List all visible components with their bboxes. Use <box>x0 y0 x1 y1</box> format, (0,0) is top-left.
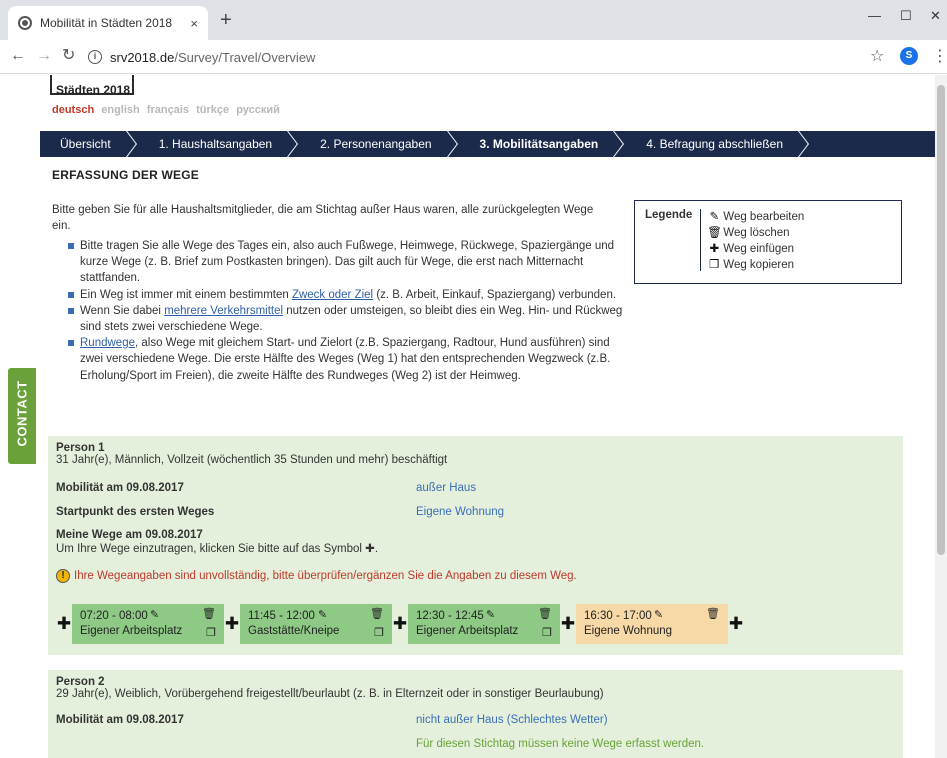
info-icon[interactable]: i <box>88 50 102 64</box>
trip-card[interactable]: 12:30 - 12:45 Eigener Arbeitsplatz ✎ 🗑 ❐ <box>408 604 560 644</box>
warning-icon: ! <box>56 569 70 583</box>
trip-card[interactable]: 11:45 - 12:00 Gaststätte/Kneipe ✎ 🗑 ❐ <box>240 604 392 644</box>
step-finish[interactable]: 4. Befragung abschließen <box>626 131 811 157</box>
insert-trip-icon[interactable]: ✚ <box>224 614 240 634</box>
mobility-value: außer Haus <box>416 482 477 494</box>
language-link-de[interactable]: deutsch <box>52 104 94 116</box>
instructions-list: Bitte tragen Sie alle Wege des Tages ein… <box>68 238 628 384</box>
section-title: ERFASSUNG DER WEGE <box>52 168 199 182</box>
intro-text: Bitte geben Sie für alle Haushaltsmitgli… <box>52 204 594 232</box>
language-link-tr[interactable]: türkçe <box>196 104 229 116</box>
menu-dots-icon[interactable]: ⋮ <box>932 46 947 66</box>
round-trips-link[interactable]: Rundwege <box>80 337 135 349</box>
insert-trip-icon[interactable]: ✚ <box>56 614 72 634</box>
delete-trip-icon[interactable]: 🗑 <box>370 607 384 622</box>
person-name: Person 2 <box>56 676 105 688</box>
edit-trip-icon[interactable]: ✎ <box>150 608 159 623</box>
trip-card[interactable]: 07:20 - 08:00 Eigener Arbeitsplatz ✎ 🗑 ❐ <box>72 604 224 644</box>
globe-icon <box>18 16 32 30</box>
edit-trip-icon[interactable]: ✎ <box>318 608 327 623</box>
mobility-label: Mobilität am 09.08.2017 <box>56 482 184 494</box>
page-scrollbar[interactable] <box>935 75 947 758</box>
tab-title: Mobilität in Städten 2018 <box>40 16 173 30</box>
trip-list: ✚ 07:20 - 08:00 Eigener Arbeitsplatz ✎ 🗑… <box>56 604 744 644</box>
delete-trip-icon[interactable]: 🗑 <box>706 607 720 622</box>
person-card-1: Person 1 31 Jahr(e), Männlich, Vollzeit … <box>48 436 903 655</box>
back-icon[interactable]: ← <box>10 48 26 64</box>
language-link-fr[interactable]: français <box>147 104 189 116</box>
tab-close-icon[interactable]: × <box>190 16 198 31</box>
page-content: Städten 2018 deutsch english français tü… <box>0 75 947 758</box>
person-description: 31 Jahr(e), Männlich, Vollzeit (wöchentl… <box>56 454 448 466</box>
no-trips-note: Für diesen Stichtag müssen keine Wege er… <box>416 738 705 750</box>
minimize-icon[interactable]: — <box>868 8 881 23</box>
address-bar: ← → ↻ i srv2018.de /Survey/Travel/Overvi… <box>0 40 947 74</box>
mobility-value: nicht außer Haus (Schlechtes Wetter) <box>416 714 608 726</box>
url-path: /Survey/Travel/Overview <box>174 49 316 65</box>
profile-avatar[interactable]: S <box>900 47 918 65</box>
copy-icon: ❐ <box>709 259 720 271</box>
insert-trip-icon[interactable]: ✚ <box>392 614 408 634</box>
close-window-icon[interactable]: ✕ <box>930 8 941 24</box>
person-card-2: Person 2 29 Jahr(e), Weiblich, Vorüberge… <box>48 670 903 758</box>
contact-tab[interactable]: CONTACT <box>8 368 36 464</box>
trash-icon: 🗑 <box>707 227 722 239</box>
scrollbar-thumb[interactable] <box>937 85 945 555</box>
purpose-link[interactable]: Zweck oder Ziel <box>292 289 373 301</box>
edit-trip-icon[interactable]: ✎ <box>486 608 495 623</box>
ways-label: Meine Wege am 09.08.2017 <box>56 529 203 541</box>
list-item: Wenn Sie dabei mehrere Verkehrsmittel nu… <box>68 303 628 335</box>
incomplete-warning: ! Ihre Wegeangaben sind unvollständig, b… <box>56 569 577 583</box>
url-input[interactable]: i srv2018.de /Survey/Travel/Overview <box>88 45 864 69</box>
forward-icon[interactable]: → <box>36 48 52 64</box>
copy-trip-icon[interactable]: ❐ <box>542 626 552 641</box>
plus-icon: ✚ <box>709 243 720 255</box>
step-household[interactable]: 1. Haushaltsangaben <box>139 131 300 157</box>
transport-modes-link[interactable]: mehrere Verkehrsmittel <box>164 305 283 317</box>
insert-trip-icon[interactable]: ✚ <box>728 614 744 634</box>
start-label: Startpunkt des ersten Weges <box>56 506 215 518</box>
browser-tab[interactable]: Mobilität in Städten 2018 × <box>8 6 208 40</box>
step-navigation: Übersicht 1. Haushaltsangaben 2. Persone… <box>40 131 944 157</box>
bookmark-star-icon[interactable]: ☆ <box>870 46 884 66</box>
mobility-label: Mobilität am 09.08.2017 <box>56 714 184 726</box>
delete-trip-icon[interactable]: 🗑 <box>202 607 216 622</box>
url-host: srv2018.de <box>110 49 175 65</box>
new-tab-icon[interactable]: + <box>220 10 232 30</box>
trip-card-incomplete[interactable]: 16:30 - 17:00 Eigene Wohnung ✎ 🗑 <box>576 604 728 644</box>
start-value: Eigene Wohnung <box>416 506 505 518</box>
copy-trip-icon[interactable]: ❐ <box>374 626 384 641</box>
person-name: Person 1 <box>56 442 105 454</box>
legend-label: Legende <box>645 209 702 271</box>
list-item: Ein Weg ist immer mit einem bestimmten Z… <box>68 287 628 303</box>
language-link-ru[interactable]: русский <box>236 104 280 116</box>
legend-box: Legende ✎ Weg bearbeiten 🗑Weg löschen ✚ We… <box>634 200 902 284</box>
plus-icon: ✚ <box>365 543 375 555</box>
step-persons[interactable]: 2. Personenangaben <box>300 131 459 157</box>
ways-hint: Um Ihre Wege einzutragen, klicken Sie bi… <box>56 543 379 555</box>
list-item: Rundwege, also Wege mit gleichem Start- … <box>68 335 628 384</box>
browser-tab-bar: Mobilität in Städten 2018 × + — ☐ ✕ <box>0 0 947 40</box>
maximize-icon[interactable]: ☐ <box>900 8 912 24</box>
insert-trip-icon[interactable]: ✚ <box>560 614 576 634</box>
logo-text: Städten 2018 <box>56 83 131 97</box>
step-overview[interactable]: Übersicht <box>40 131 139 157</box>
delete-trip-icon[interactable]: 🗑 <box>538 607 552 622</box>
reload-icon[interactable]: ↻ <box>62 48 75 64</box>
person-description: 29 Jahr(e), Weiblich, Vorübergehend frei… <box>56 688 604 700</box>
language-switcher: deutsch english français türkçe русский <box>52 104 284 116</box>
step-mobility[interactable]: 3. Mobilitätsangaben <box>460 131 627 157</box>
list-item: Bitte tragen Sie alle Wege des Tages ein… <box>68 238 628 287</box>
pencil-icon: ✎ <box>709 211 720 223</box>
language-link-en[interactable]: english <box>101 104 140 116</box>
copy-trip-icon[interactable]: ❐ <box>206 626 216 641</box>
edit-trip-icon[interactable]: ✎ <box>654 608 663 623</box>
